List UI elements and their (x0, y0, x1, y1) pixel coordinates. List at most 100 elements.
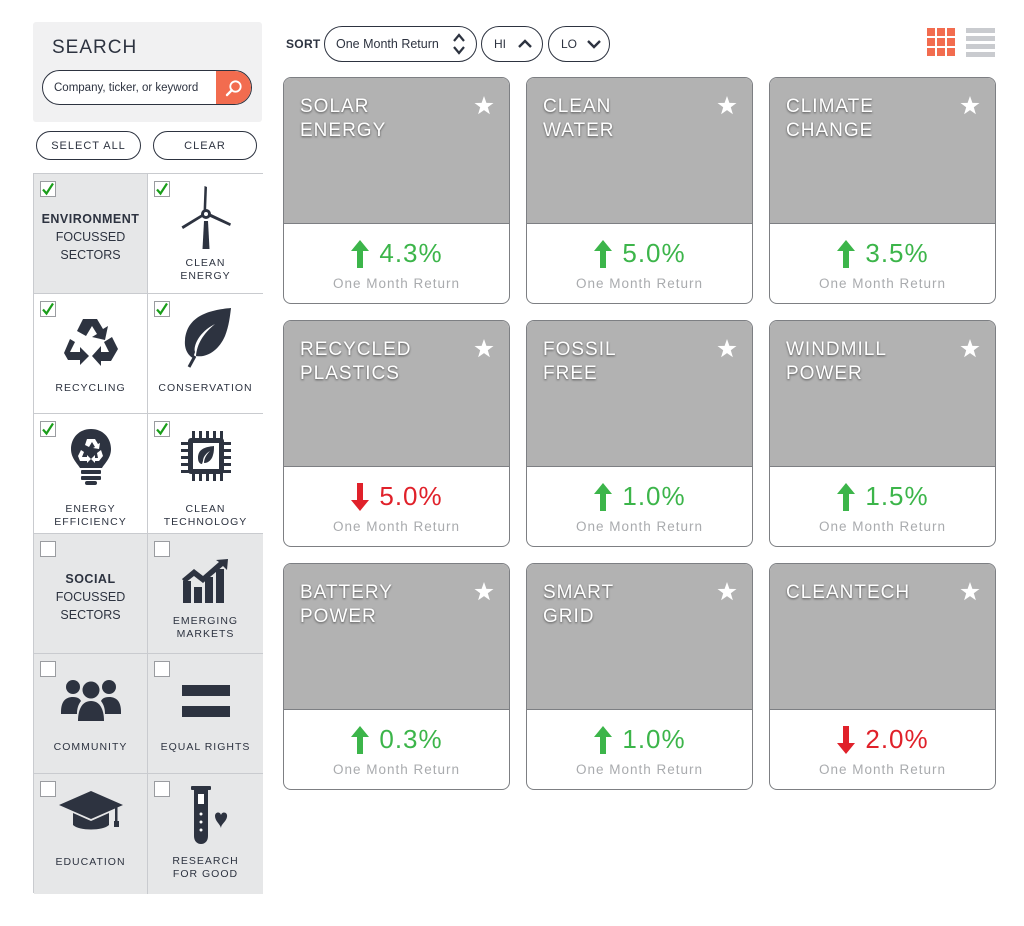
star-icon[interactable] (960, 96, 980, 115)
card-title-line: POWER (300, 606, 377, 627)
card-title-line: CLEANTECH (786, 582, 911, 603)
star-icon[interactable] (717, 339, 737, 358)
card-return-value: 2.0% (865, 724, 929, 754)
environment-checkbox[interactable] (40, 181, 56, 197)
sector-label: RESEARCH FOR GOOD (172, 855, 239, 880)
card-title: CLIMATE CHANGE (786, 95, 874, 143)
card-title-line: FOSSIL (543, 339, 617, 360)
theme-card[interactable]: SOLAR ENERGY 4.3% One Month Return (283, 77, 510, 304)
group-subtitle: SECTORS (60, 608, 121, 622)
sector-conservation[interactable]: CONSERVATION (148, 294, 263, 414)
card-title: CLEAN WATER (543, 95, 615, 143)
card-title: WINDMILL POWER (786, 338, 887, 386)
card-title-line: SOLAR (300, 96, 370, 117)
star-icon[interactable] (474, 339, 494, 358)
card-return: 0.3% (284, 724, 509, 755)
card-return-value: 1.0% (622, 481, 686, 511)
card-return: 5.0% (284, 481, 509, 512)
sort-lo-button[interactable]: LO (548, 26, 610, 62)
sort-hi-button[interactable]: HI (481, 26, 543, 62)
card-return-label: One Month Return (332, 519, 461, 534)
card-return: 2.0% (770, 724, 995, 755)
arrow-up-icon (351, 725, 370, 754)
social-checkbox[interactable] (40, 541, 56, 557)
equal-rights-checkbox[interactable] (154, 661, 170, 677)
card-title-line: RECYCLED (300, 339, 412, 360)
recycle-icon (63, 319, 118, 366)
sort-select[interactable]: One Month Return (324, 26, 477, 62)
search-panel: SEARCH (33, 22, 262, 122)
card-header: WINDMILL POWER (770, 321, 995, 467)
theme-card[interactable]: RECYCLED PLASTICS 5.0% One Month Return (283, 320, 510, 547)
star-icon[interactable] (960, 582, 980, 601)
card-title-line: SMART (543, 582, 615, 603)
emerging-markets-checkbox[interactable] (154, 541, 170, 557)
sector-clean-energy[interactable]: CLEAN ENERGY (148, 174, 263, 294)
sector-emerging-markets[interactable]: EMERGING MARKETS (148, 534, 263, 654)
theme-card[interactable]: CLEAN WATER 5.0% One Month Return (526, 77, 753, 304)
theme-card[interactable]: CLIMATE CHANGE 3.5% One Month Return (769, 77, 996, 304)
sector-research-for-good[interactable]: RESEARCH FOR GOOD (148, 774, 263, 894)
sector-community[interactable]: COMMUNITY (34, 654, 148, 774)
theme-card[interactable]: BATTERY POWER 0.3% One Month Return (283, 563, 510, 790)
search-title: SEARCH (52, 37, 138, 58)
card-title-line: WATER (543, 120, 615, 141)
card-title-line: POWER (786, 363, 863, 384)
group-title: SOCIAL (65, 572, 116, 586)
lo-label: LO (561, 37, 578, 51)
card-return: 1.0% (527, 724, 752, 755)
theme-card[interactable]: SMART GRID 1.0% One Month Return (526, 563, 753, 790)
star-icon[interactable] (474, 96, 494, 115)
social-group-label: SOCIAL FOCUSSED SECTORS (34, 570, 147, 624)
card-title-line: FREE (543, 363, 598, 384)
group-title: ENVIRONMENT (41, 212, 140, 226)
leaf-icon (184, 308, 231, 368)
star-icon[interactable] (474, 582, 494, 601)
grid-view-button[interactable] (927, 28, 955, 61)
card-title: CLEANTECH (786, 581, 910, 605)
social-group[interactable]: SOCIAL FOCUSSED SECTORS (34, 534, 148, 654)
checkmark-icon (42, 182, 54, 196)
theme-card[interactable]: CLEANTECH 2.0% One Month Return (769, 563, 996, 790)
card-header: BATTERY POWER (284, 564, 509, 710)
card-return-label: One Month Return (332, 762, 461, 777)
select-all-button[interactable]: SELECT ALL (36, 131, 141, 160)
theme-card[interactable]: FOSSIL FREE 1.0% One Month Return (526, 320, 753, 547)
search-field[interactable] (42, 70, 252, 105)
card-title: FOSSIL FREE (543, 338, 617, 386)
card-return-value: 1.5% (865, 481, 929, 511)
star-icon[interactable] (960, 339, 980, 358)
clear-button[interactable]: CLEAR (153, 131, 257, 160)
card-return: 5.0% (527, 238, 752, 269)
card-return-value: 4.3% (379, 238, 443, 268)
hi-label: HI (494, 37, 506, 51)
theme-card[interactable]: WINDMILL POWER 1.5% One Month Return (769, 320, 996, 547)
sector-energy-efficiency[interactable]: ENERGY EFFICIENCY (34, 414, 148, 534)
card-header: CLEAN WATER (527, 78, 752, 224)
list-view-icon (966, 28, 995, 57)
group-subtitle: FOCUSSED (55, 590, 126, 604)
star-icon[interactable] (717, 582, 737, 601)
card-return-label: One Month Return (818, 519, 947, 534)
sector-label: COMMUNITY (53, 741, 128, 753)
sector-education[interactable]: EDUCATION (34, 774, 148, 894)
environment-group[interactable]: ENVIRONMENT FOCUSSED SECTORS (34, 174, 148, 294)
card-return-label: One Month Return (575, 276, 704, 291)
sector-clean-technology[interactable]: CLEAN TECHNOLOGY (148, 414, 263, 534)
card-title-line: GRID (543, 606, 595, 627)
card-return: 1.0% (527, 481, 752, 512)
sector-equal-rights[interactable]: EQUAL RIGHTS (148, 654, 263, 774)
chevron-down-icon (587, 40, 601, 49)
search-button[interactable] (216, 71, 251, 104)
sector-label: EDUCATION (55, 856, 126, 868)
list-view-button[interactable] (966, 28, 995, 62)
sector-label: CLEAN TECHNOLOGY (163, 503, 248, 528)
star-icon[interactable] (717, 96, 737, 115)
arrow-up-icon (594, 725, 613, 754)
card-return-label: One Month Return (575, 519, 704, 534)
search-input[interactable] (43, 71, 217, 104)
card-header: SOLAR ENERGY (284, 78, 509, 224)
community-checkbox[interactable] (40, 661, 56, 677)
sector-recycling[interactable]: RECYCLING (34, 294, 148, 414)
card-return-label: One Month Return (818, 762, 947, 777)
